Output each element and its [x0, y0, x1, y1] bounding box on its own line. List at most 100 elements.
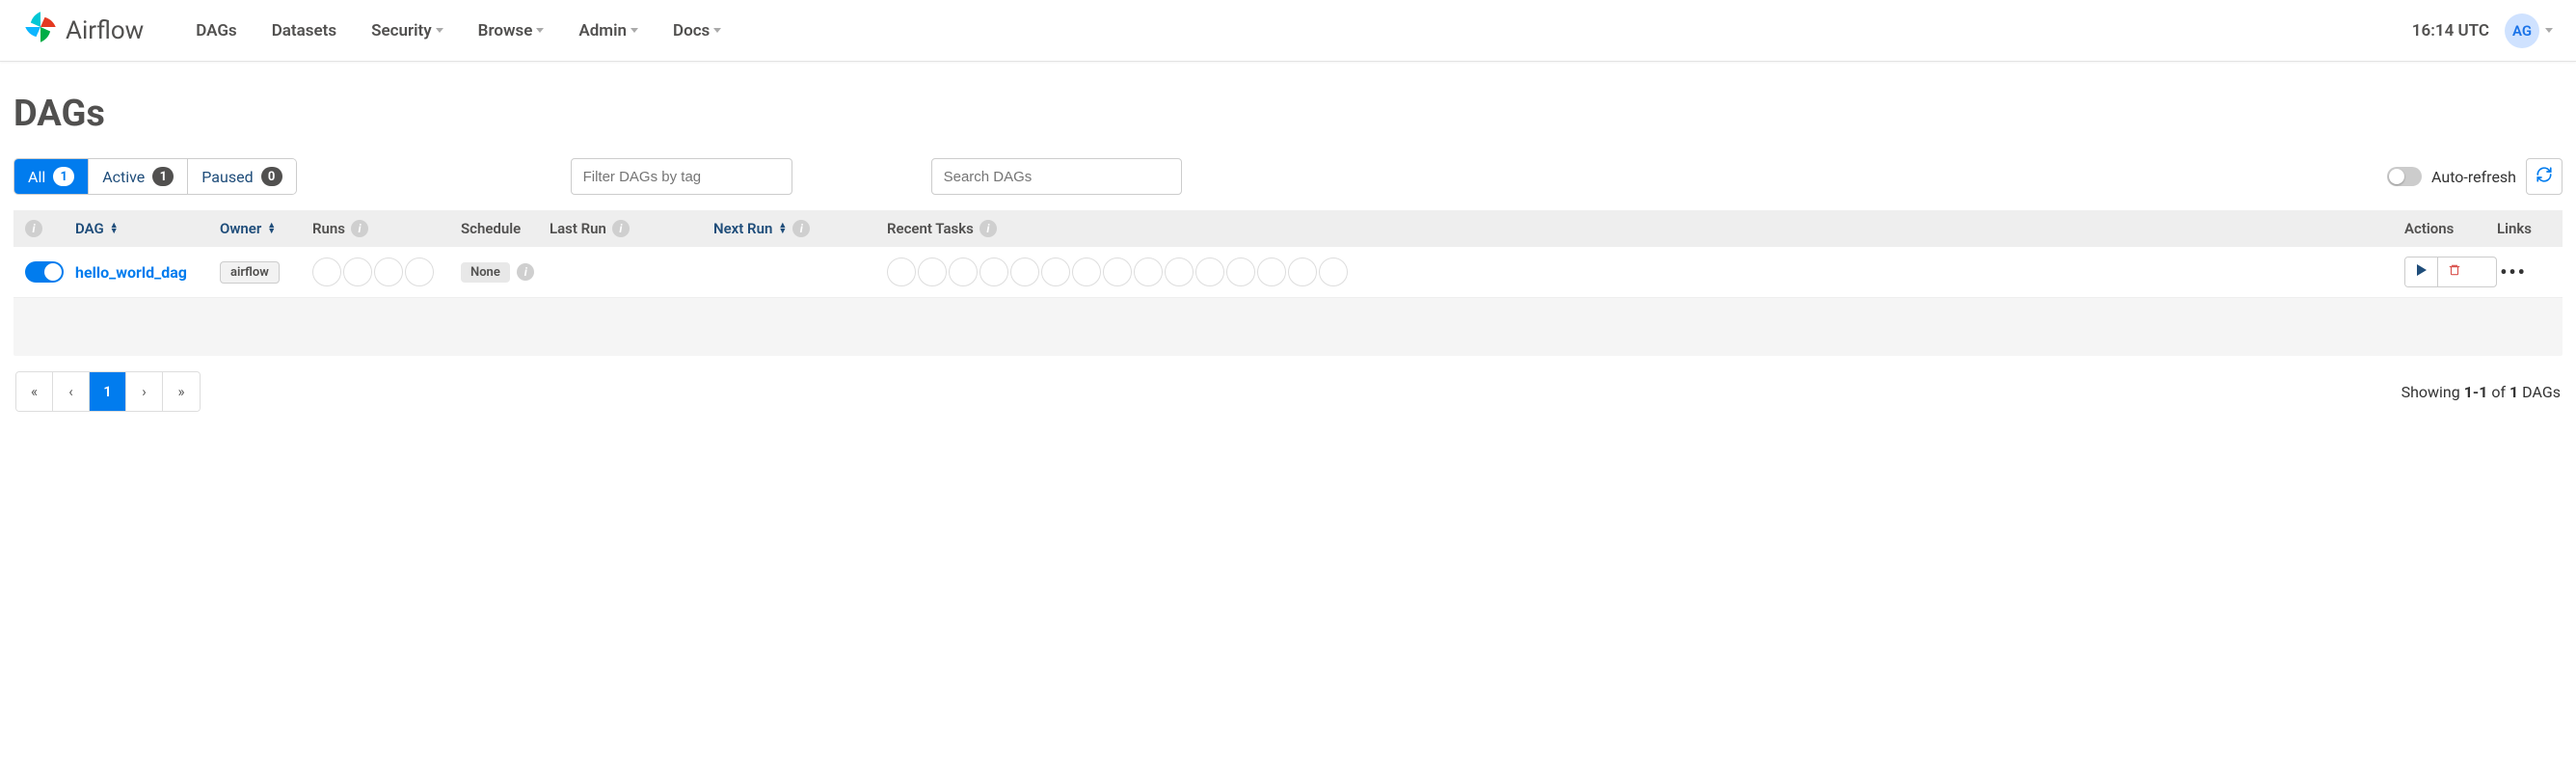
nav-admin[interactable]: Admin — [561, 0, 656, 62]
sort-icon: ▲▼ — [110, 223, 119, 234]
auto-refresh-toggle[interactable] — [2387, 167, 2422, 186]
dag-link[interactable]: hello_world_dag — [75, 263, 187, 282]
ellipsis-icon: ••• — [2500, 260, 2527, 284]
sort-icon: ▲▼ — [267, 223, 276, 234]
user-menu[interactable]: AG — [2505, 14, 2553, 48]
col-schedule: Schedule — [461, 220, 550, 237]
info-icon[interactable]: i — [979, 220, 997, 237]
chevron-down-icon — [436, 28, 443, 33]
run-status-circles[interactable] — [312, 258, 461, 286]
chevron-down-icon — [2545, 28, 2553, 33]
task-circle — [1072, 258, 1101, 286]
col-actions: Actions — [2404, 220, 2497, 237]
main-content: DAGs All 1 Active 1 Paused 0 Auto-refres… — [0, 62, 2576, 435]
toggle-knob — [44, 263, 62, 281]
info-icon[interactable]: i — [351, 220, 368, 237]
refresh-button[interactable] — [2526, 158, 2563, 195]
col-runs: Runs i — [312, 220, 461, 237]
task-circle — [1103, 258, 1132, 286]
nav-browse[interactable]: Browse — [461, 0, 562, 62]
run-circle — [374, 258, 403, 286]
page-number[interactable]: 1 — [90, 372, 126, 411]
task-circle — [1041, 258, 1070, 286]
nav-right: 16:14 UTC AG — [2412, 14, 2553, 48]
run-circle — [312, 258, 341, 286]
page-next[interactable]: › — [126, 372, 163, 411]
run-circle — [405, 258, 434, 286]
col-nextrun[interactable]: Next Run ▲▼ i — [713, 220, 887, 237]
filter-active[interactable]: Active 1 — [89, 159, 188, 194]
filter-paused[interactable]: Paused 0 — [188, 159, 295, 194]
info-icon[interactable]: i — [612, 220, 630, 237]
col-dag[interactable]: DAG ▲▼ — [75, 220, 220, 237]
filter-all-count: 1 — [53, 167, 74, 186]
status-filter-group: All 1 Active 1 Paused 0 — [13, 158, 297, 195]
filter-row: All 1 Active 1 Paused 0 Auto-refresh — [13, 158, 2563, 195]
trash-icon — [2448, 263, 2461, 281]
play-icon — [2416, 264, 2428, 280]
task-circle — [1195, 258, 1224, 286]
info-icon[interactable]: i — [792, 220, 810, 237]
info-icon[interactable]: i — [25, 220, 42, 237]
info-icon[interactable]: i — [517, 263, 534, 281]
owner-tag[interactable]: airflow — [220, 261, 280, 284]
dag-pause-toggle[interactable] — [25, 261, 64, 283]
chevron-down-icon — [536, 28, 544, 33]
avatar: AG — [2505, 14, 2539, 48]
filter-active-count: 1 — [152, 167, 174, 186]
showing-text: Showing 1-1 of 1 DAGs — [2402, 383, 2561, 401]
task-circle — [1134, 258, 1163, 286]
nav-dags[interactable]: DAGs — [178, 0, 254, 62]
recent-task-circles[interactable] — [887, 258, 2404, 286]
row-action-buttons — [2404, 257, 2497, 287]
more-links-button[interactable]: ••• — [2497, 258, 2530, 286]
schedule-badge[interactable]: None — [461, 262, 510, 283]
col-recent: Recent Tasks i — [887, 220, 2404, 237]
col-links: Links — [2497, 220, 2551, 237]
clock[interactable]: 16:14 UTC — [2412, 21, 2489, 41]
auto-refresh-block: Auto-refresh — [2387, 158, 2563, 195]
trigger-dag-button[interactable] — [2405, 258, 2438, 286]
page-last[interactable]: » — [163, 372, 200, 411]
filter-all[interactable]: All 1 — [14, 159, 89, 194]
task-circle — [1257, 258, 1286, 286]
table-header: i DAG ▲▼ Owner ▲▼ Runs i Schedule Last R… — [13, 210, 2563, 247]
delete-dag-button[interactable] — [2438, 258, 2471, 286]
pagination: « ‹ 1 › » — [15, 371, 201, 412]
auto-refresh-label: Auto-refresh — [2431, 168, 2516, 186]
task-circle — [1165, 258, 1194, 286]
nav-datasets[interactable]: Datasets — [255, 0, 354, 62]
task-circle — [887, 258, 916, 286]
refresh-icon — [2536, 166, 2553, 187]
brand[interactable]: Airflow — [23, 10, 144, 51]
table-row: hello_world_dag airflow None i — [13, 247, 2563, 298]
task-circle — [1288, 258, 1317, 286]
sort-icon: ▲▼ — [778, 223, 787, 234]
task-circle — [979, 258, 1008, 286]
col-lastrun: Last Run i — [550, 220, 713, 237]
task-circle — [1010, 258, 1039, 286]
col-owner[interactable]: Owner ▲▼ — [220, 220, 312, 237]
nav-links: DAGs Datasets Security Browse Admin Docs — [178, 0, 738, 62]
page-first[interactable]: « — [16, 372, 53, 411]
navbar: Airflow DAGs Datasets Security Browse Ad… — [0, 0, 2576, 62]
dag-table: i DAG ▲▼ Owner ▲▼ Runs i Schedule Last R… — [13, 210, 2563, 356]
filter-paused-count: 0 — [261, 167, 282, 186]
search-dags-input[interactable] — [931, 158, 1182, 195]
task-circle — [1226, 258, 1255, 286]
chevron-down-icon — [631, 28, 638, 33]
toggle-knob — [2389, 169, 2404, 184]
pagination-row: « ‹ 1 › » Showing 1-1 of 1 DAGs — [13, 371, 2563, 412]
task-circle — [918, 258, 947, 286]
run-circle — [343, 258, 372, 286]
task-circle — [949, 258, 978, 286]
tag-filter-input[interactable] — [571, 158, 792, 195]
brand-text: Airflow — [66, 16, 144, 45]
task-circle — [1319, 258, 1348, 286]
page-title: DAGs — [13, 93, 2563, 135]
airflow-logo-icon — [23, 10, 58, 51]
nav-security[interactable]: Security — [354, 0, 461, 62]
nav-docs[interactable]: Docs — [656, 0, 738, 62]
chevron-down-icon — [713, 28, 721, 33]
page-prev[interactable]: ‹ — [53, 372, 90, 411]
